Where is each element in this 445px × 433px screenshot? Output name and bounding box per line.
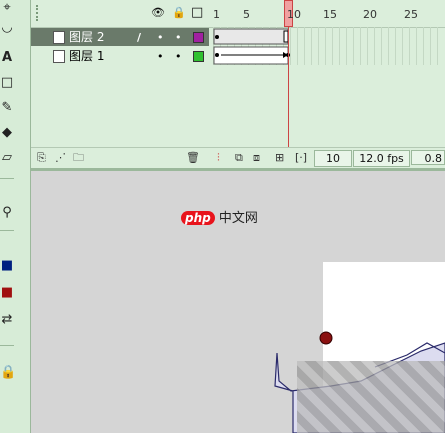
lock-icon[interactable]: 🔒 bbox=[172, 7, 186, 19]
tool-separator bbox=[0, 178, 14, 179]
frame-rate-field[interactable]: 12.0 fps bbox=[353, 150, 410, 167]
text-tool-icon[interactable]: A bbox=[0, 50, 14, 66]
modify-markers-icon[interactable]: [·] bbox=[295, 151, 307, 164]
layer-icon bbox=[53, 31, 65, 44]
layer-name: 图层 2 bbox=[69, 30, 105, 44]
add-guide-layer-icon[interactable]: ⋰ bbox=[55, 151, 66, 164]
visible-dot[interactable]: • bbox=[157, 32, 164, 43]
eraser-tool-icon[interactable]: ▱ bbox=[0, 150, 14, 166]
ink-bottle-tool-icon[interactable]: ◆ bbox=[0, 125, 14, 141]
eye-icon[interactable]: 👁 bbox=[151, 7, 165, 19]
frames-area[interactable] bbox=[213, 27, 445, 67]
outline-icon[interactable]: □ bbox=[191, 6, 203, 19]
stage-area[interactable]: php 中文网 bbox=[31, 171, 445, 433]
visible-dot[interactable]: • bbox=[157, 51, 164, 62]
current-frame-field[interactable]: 10 bbox=[314, 150, 352, 167]
ruler-label: 20 bbox=[363, 8, 377, 21]
tools-panel: ⌖ ◡ A □ ✎ ◆ ▱ ⚲ ■ ■ ⇄ 🔒 bbox=[0, 0, 31, 433]
snap-magnet-icon[interactable]: 🔒 bbox=[0, 365, 16, 381]
layer-name-cell[interactable]: 图层 1 • • bbox=[31, 47, 209, 65]
rectangle-tool-icon[interactable]: □ bbox=[0, 75, 14, 91]
ruler-label: 1 bbox=[213, 8, 220, 21]
layer-name-cell[interactable]: 图层 2 / • • bbox=[31, 28, 209, 46]
add-layer-icon[interactable]: ⎘ bbox=[37, 151, 46, 164]
outline-color-swatch[interactable] bbox=[193, 51, 204, 62]
add-folder-icon[interactable]: 🗀 bbox=[73, 151, 84, 164]
timeline-header: 👁 🔒 □ 1 5 10 15 20 25 bbox=[31, 0, 445, 28]
layer-icon bbox=[53, 50, 65, 63]
center-frame-icon[interactable]: ⫶ bbox=[217, 151, 220, 164]
outline-color-swatch[interactable] bbox=[193, 32, 204, 43]
timeline-footer: ⎘ ⋰ 🗀 🗑 ⫶ ⧉ ⧈ ⊞ [·] 10 12.0 fps 0.8 bbox=[31, 147, 445, 168]
drag-grip[interactable] bbox=[36, 5, 40, 21]
onion-outline-icon[interactable]: ⧈ bbox=[253, 151, 260, 164]
ruler-label: 15 bbox=[323, 8, 337, 21]
tool-separator bbox=[0, 230, 14, 231]
stroke-color-icon[interactable]: ■ bbox=[0, 258, 14, 274]
trash-icon[interactable]: 🗑 bbox=[186, 151, 200, 164]
ruler-label: 10 bbox=[287, 8, 301, 21]
onion-skin-icon[interactable]: ⧉ bbox=[235, 151, 243, 164]
fill-color-icon[interactable]: ■ bbox=[0, 285, 14, 301]
subselect-tool-icon[interactable]: ⌖ bbox=[0, 0, 14, 16]
pencil-tool-icon[interactable]: ✎ bbox=[0, 100, 14, 116]
lock-dot[interactable]: • bbox=[175, 51, 182, 62]
lock-dot[interactable]: • bbox=[175, 32, 182, 43]
edit-multiple-frames-icon[interactable]: ⊞ bbox=[275, 151, 284, 164]
elapsed-time-field[interactable]: 0.8 bbox=[411, 150, 445, 165]
lasso-tool-icon[interactable]: ◡ bbox=[0, 20, 14, 36]
zoom-tool-icon[interactable]: ⚲ bbox=[0, 205, 14, 221]
pencil-icon: / bbox=[137, 31, 142, 44]
layer-name: 图层 1 bbox=[69, 49, 105, 63]
frames-grid bbox=[213, 27, 438, 65]
swap-colors-icon[interactable]: ⇄ bbox=[0, 312, 14, 328]
ruler-label: 25 bbox=[404, 8, 418, 21]
tool-separator bbox=[0, 345, 14, 346]
timeline-panel: 👁 🔒 □ 1 5 10 15 20 25 图层 2 / • • 图层 1 • … bbox=[31, 0, 445, 168]
ruler-label: 5 bbox=[243, 8, 250, 21]
playhead-line bbox=[288, 27, 289, 147]
blurred-region bbox=[297, 361, 445, 433]
